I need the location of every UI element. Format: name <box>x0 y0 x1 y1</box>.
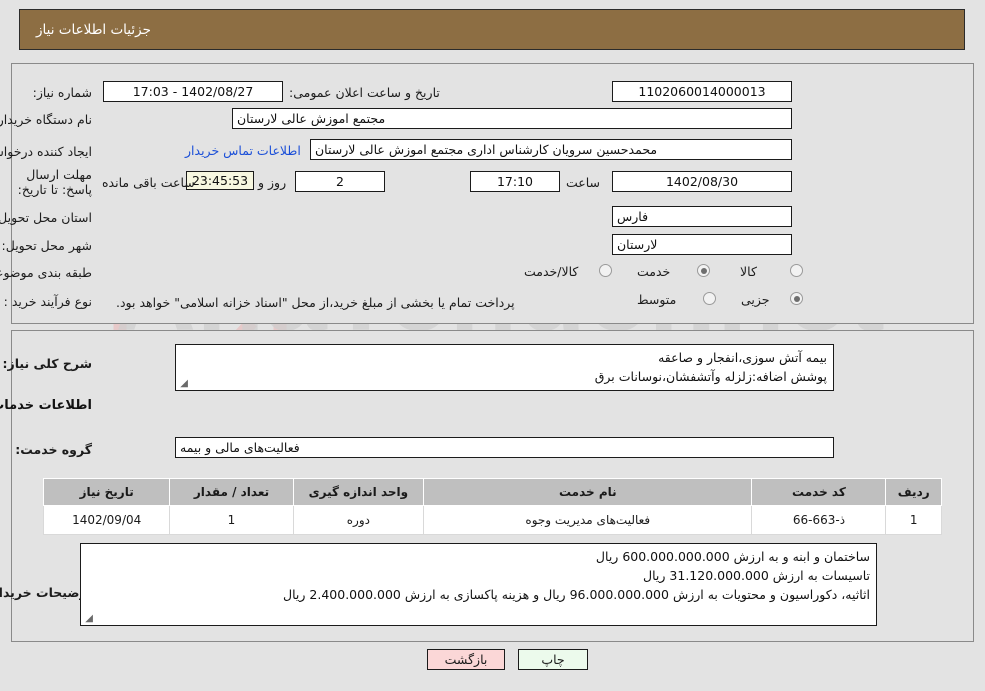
field-need-description[interactable]: بیمه آتش سوزی،انفجار و صاعقه پوشش اضافه:… <box>175 344 834 391</box>
field-province[interactable]: فارس <box>612 206 792 227</box>
label-days-and: روز و <box>258 175 287 190</box>
cell-name: فعالیت‌های مدیریت وجوه <box>423 505 753 535</box>
buyer-notes-line-3: اثاثیه، دکوراسیون و محتویات به ارزش 96.0… <box>283 587 870 602</box>
buyer-notes-line-1: ساختمان و ابنه و به ارزش 600.000.000.000… <box>595 549 870 564</box>
need-description-line-2: پوشش اضافه:زلزله وآتشفشان،نوسانات برق <box>594 369 827 384</box>
label-buyer-org: نام دستگاه خریدار: <box>0 112 92 127</box>
label-service-group: گروه خدمت: <box>15 442 92 457</box>
label-countdown-suffix: ساعت باقی مانده <box>102 175 195 190</box>
field-buyer-notes[interactable]: ساختمان و ابنه و به ارزش 600.000.000.000… <box>80 543 877 626</box>
cell-date: 1402/09/04 <box>42 505 171 535</box>
cell-row: 1 <box>885 505 942 535</box>
services-table: ردیف کد خدمت نام خدمت واحد اندازه گیری ت… <box>42 478 942 535</box>
label-province: استان محل تحویل: <box>0 210 92 225</box>
cell-code: ذ-663-66 <box>751 505 887 535</box>
radio-process-motavaset[interactable] <box>703 292 716 305</box>
col-qty: تعداد / مقدار <box>169 478 294 506</box>
cell-qty: 1 <box>169 505 294 535</box>
col-row: ردیف <box>885 478 942 506</box>
label-need-description: شرح کلی نیاز: <box>2 356 92 371</box>
field-need-number[interactable]: 1102060014000013 <box>612 81 792 102</box>
field-deadline-hour[interactable]: 17:10 <box>470 171 560 192</box>
buyer-notes-line-2: تاسیسات به ارزش 31.120.000.000 ریال <box>643 568 870 583</box>
col-name: نام خدمت <box>423 478 753 506</box>
print-button[interactable]: چاپ <box>518 649 588 670</box>
col-code: کد خدمت <box>751 478 887 506</box>
resize-grip-icon[interactable]: ◢ <box>178 379 188 389</box>
radio-label-process-1[interactable]: متوسط <box>637 292 676 307</box>
label-hour: ساعت <box>566 175 601 190</box>
resize-grip-icon[interactable]: ◢ <box>83 614 93 624</box>
services-section-heading: اطلاعات خدمات مورد نیاز <box>0 398 92 413</box>
label-buyer-notes: توضیحات خریدار: <box>0 585 92 600</box>
table-header-row: ردیف کد خدمت نام خدمت واحد اندازه گیری ت… <box>42 478 942 506</box>
col-unit: واحد اندازه گیری <box>292 478 425 506</box>
page-title: جزئیات اطلاعات نیاز <box>36 21 151 38</box>
field-countdown: 23:45:53 <box>186 171 254 190</box>
page-root: AnaTender.net جزئیات اطلاعات نیاز شماره … <box>0 0 985 691</box>
back-button[interactable]: بازگشت <box>427 649 505 670</box>
field-requester[interactable]: محمدحسین سرویان کارشناس اداری مجتمع اموز… <box>310 139 792 160</box>
field-deadline-date[interactable]: 1402/08/30 <box>612 171 792 192</box>
label-category: طبقه بندی موضوعی: <box>0 265 92 280</box>
radio-label-category-2[interactable]: کالا/خدمت <box>524 264 578 279</box>
radio-label-process-0[interactable]: جزیی <box>741 292 770 307</box>
radio-label-category-1[interactable]: خدمت <box>637 264 670 279</box>
radio-category-kala[interactable] <box>790 264 803 277</box>
label-public-announce: تاریخ و ساعت اعلان عمومی: <box>289 85 440 100</box>
field-days-remaining[interactable]: 2 <box>295 171 385 192</box>
col-date: تاریخ نیاز <box>42 478 171 506</box>
treasury-bond-note: پرداخت تمام یا بخشی از مبلغ خرید،از محل … <box>116 295 515 310</box>
table-row[interactable]: 1 ذ-663-66 فعالیت‌های مدیریت وجوه دوره 1… <box>42 505 942 535</box>
label-deadline: مهلت ارسال پاسخ: تا تاریخ: <box>17 167 92 197</box>
cell-unit: دوره <box>292 505 425 535</box>
radio-label-category-0[interactable]: کالا <box>740 264 757 279</box>
field-buyer-org[interactable]: مجتمع اموزش عالی لارستان <box>232 108 792 129</box>
field-public-announce[interactable]: 1402/08/27 - 17:03 <box>103 81 283 102</box>
page-header-bar: جزئیات اطلاعات نیاز <box>19 9 965 50</box>
label-process: نوع فرآیند خرید : <box>3 294 92 309</box>
buyer-contact-link[interactable]: اطلاعات تماس خریدار <box>185 143 301 158</box>
label-city: شهر محل تحویل: <box>1 238 92 253</box>
radio-category-kala-khedmat[interactable] <box>599 264 612 277</box>
label-requester: ایجاد کننده درخواست: <box>0 144 92 159</box>
radio-category-khedmat[interactable] <box>697 264 710 277</box>
label-need-number: شماره نیاز: <box>32 85 92 100</box>
field-city[interactable]: لارستان <box>612 234 792 255</box>
radio-process-jozi[interactable] <box>790 292 803 305</box>
field-service-group[interactable]: فعالیت‌های مالی و بیمه <box>175 437 834 458</box>
need-summary-panel <box>11 63 974 324</box>
need-description-line-1: بیمه آتش سوزی،انفجار و صاعقه <box>658 350 827 365</box>
